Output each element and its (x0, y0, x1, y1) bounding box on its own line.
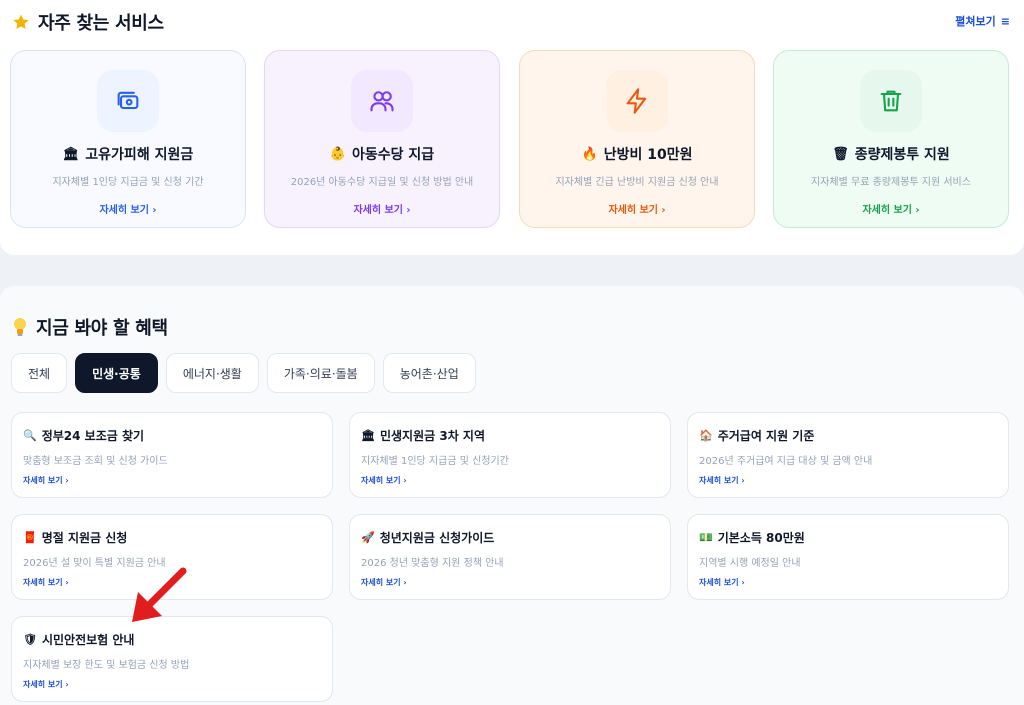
benefit-more-link[interactable]: 자세히 보기 › (361, 577, 670, 588)
red-arrow-icon (132, 567, 187, 622)
star-icon (13, 14, 29, 30)
benefit-desc: 지자체별 보장 한도 및 보험금 신청 방법 (23, 660, 190, 671)
tab-energy[interactable]: 에너지·생활 (165, 353, 259, 393)
service-icon-box (860, 70, 922, 132)
shield-icon: 🛡 (23, 633, 37, 646)
benefit-card-gov24[interactable]: 🔍 정부24 보조금 찾기 맞춤형 보조금 조회 및 신청 가이드 자세히 보기 … (11, 412, 333, 498)
service-card-waste-bag[interactable]: 🗑 종량제봉투 지원 지자체별 무료 종량제봉투 지원 서비스 자세히 보기 › (773, 50, 1009, 228)
expand-button[interactable]: 펼쳐보기 ≡ (955, 13, 1010, 29)
money-bill-icon: 💵 (699, 531, 713, 544)
benefit-more-link[interactable]: 자세히 보기 › (23, 475, 332, 486)
lightning-icon (626, 88, 647, 114)
frequent-services-header: 자주 찾는 서비스 (12, 9, 164, 35)
benefit-desc: 맞춤형 보조금 조회 및 신청 가이드 (23, 456, 168, 467)
service-title: 🗑 종량제봉투 지원 (832, 146, 950, 164)
benefit-title: 명절 지원금 신청 (41, 531, 128, 545)
section-title: 자주 찾는 서비스 (38, 13, 164, 34)
service-desc: 지자체별 긴급 난방비 지원금 신청 안내 (555, 177, 719, 188)
house-icon: 🏠 (699, 429, 713, 442)
service-more-link[interactable]: 자세히 보기 › (608, 201, 665, 216)
benefit-card-housing[interactable]: 🏠 주거급여 지원 기준 2026년 주거급여 지급 대상 및 금액 안내 자세히… (687, 412, 1009, 498)
benefit-title: 주거급여 지원 기준 (717, 429, 815, 443)
service-icon-box (97, 70, 159, 132)
service-card-heating[interactable]: 🔥 난방비 10만원 지자체별 긴급 난방비 지원금 신청 안내 자세히 보기 … (519, 50, 755, 228)
trash-icon (880, 90, 902, 112)
tab-rural[interactable]: 농어촌·산업 (382, 353, 476, 393)
baby-icon: 👶 (329, 146, 347, 162)
service-card-child-allowance[interactable]: 👶 아동수당 지급 2026년 아동수당 지급일 및 신청 방법 안내 자세히 … (264, 50, 500, 228)
bank-icon: 🏛 (62, 146, 80, 162)
money-icon (117, 91, 139, 110)
service-desc: 지자체별 1인당 지급금 및 신청 기간 (52, 177, 204, 188)
service-title: 🔥 난방비 10만원 (581, 146, 693, 164)
bank-icon: 🏛 (361, 429, 375, 442)
benefit-card-safety-insurance[interactable]: 🛡 시민안전보험 안내 지자체별 보장 한도 및 보험금 신청 방법 자세히 보기… (11, 616, 333, 702)
service-more-link[interactable]: 자세히 보기 › (862, 201, 919, 216)
menu-icon: ≡ (1000, 14, 1010, 28)
benefit-more-link[interactable]: 자세히 보기 › (699, 475, 1008, 486)
benefit-desc: 지역별 시행 예정일 안내 (699, 558, 801, 569)
service-title: 👶 아동수당 지급 (329, 146, 435, 164)
benefit-desc: 2026 청년 맞춤형 지원 정책 안내 (361, 558, 504, 569)
fire-icon: 🔥 (581, 146, 598, 162)
service-desc: 지자체별 무료 종량제봉투 지원 서비스 (811, 177, 971, 188)
tab-livelihood[interactable]: 민생·공통 (75, 353, 158, 393)
benefits-header: 지금 봐야 할 혜택 (12, 314, 168, 340)
benefit-title: 민생지원금 3차 지역 (379, 429, 485, 443)
benefit-card-livelihood[interactable]: 🏛 민생지원금 3차 지역 지자체별 1인당 지급금 및 신청기간 자세히 보기 … (349, 412, 671, 498)
benefit-desc: 지자체별 1인당 지급금 및 신청기간 (361, 456, 509, 467)
tab-family[interactable]: 가족·의료·돌봄 (266, 353, 375, 393)
service-more-link[interactable]: 자세히 보기 › (353, 201, 410, 216)
benefit-more-link[interactable]: 자세히 보기 › (699, 577, 1008, 588)
red-envelope-icon: 🧧 (23, 531, 37, 544)
service-title: 🏛 고유가피해 지원금 (62, 146, 194, 164)
benefit-card-basic-income[interactable]: 💵 기본소득 80만원 지역별 시행 예정일 안내 자세히 보기 › (687, 514, 1009, 600)
tab-all[interactable]: 전체 (11, 353, 68, 393)
section-title: 지금 봐야 할 혜택 (36, 318, 168, 339)
users-icon (370, 91, 394, 112)
benefit-more-link[interactable]: 자세히 보기 › (361, 475, 670, 486)
service-icon-box (606, 70, 668, 132)
benefit-card-youth[interactable]: 🚀 청년지원금 신청가이드 2026 청년 맞춤형 지원 정책 안내 자세히 보기… (349, 514, 671, 600)
service-more-link[interactable]: 자세히 보기 › (99, 201, 156, 216)
benefit-title: 정부24 보조금 찾기 (41, 429, 145, 443)
search-icon: 🔍 (23, 429, 37, 442)
benefits-section: 지금 봐야 할 혜택 전체 민생·공통 에너지·생활 가족·의료·돌봄 농어촌·… (0, 286, 1024, 705)
benefit-more-link[interactable]: 자세히 보기 › (23, 679, 332, 690)
wastebasket-icon: 🗑 (832, 146, 849, 162)
rocket-icon: 🚀 (361, 531, 375, 544)
benefit-title: 청년지원금 신청가이드 (379, 531, 495, 545)
benefit-title: 기본소득 80만원 (717, 531, 805, 545)
service-icon-box (351, 70, 413, 132)
benefit-title: 시민안전보험 안내 (41, 633, 135, 647)
service-desc: 2026년 아동수당 지급일 및 신청 방법 안내 (290, 177, 474, 188)
category-tabs: 전체 민생·공통 에너지·생활 가족·의료·돌봄 농어촌·산업 (11, 353, 476, 393)
benefit-desc: 2026년 주거급여 지급 대상 및 금액 안내 (699, 456, 873, 467)
expand-label: 펼쳐보기 (955, 15, 996, 28)
lightbulb-icon (14, 318, 26, 336)
service-card-fuel-subsidy[interactable]: 🏛 고유가피해 지원금 지자체별 1인당 지급금 및 신청 기간 자세히 보기 … (10, 50, 246, 228)
frequent-services-section: 자주 찾는 서비스 펼쳐보기 ≡ 🏛 고유가피해 지원금 지자체별 1인당 지급… (0, 0, 1024, 255)
